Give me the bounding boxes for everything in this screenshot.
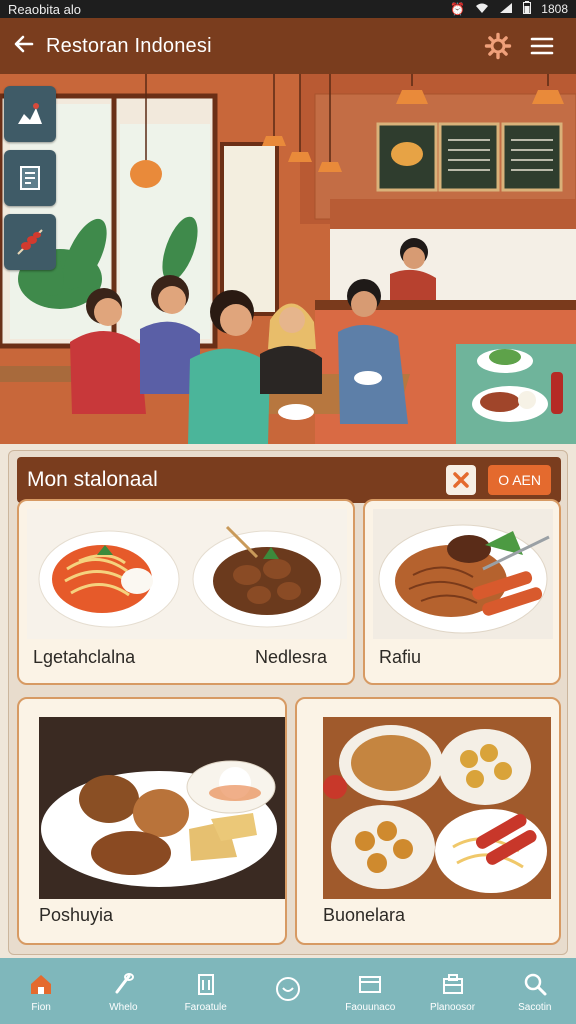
noodle-and-beef-dishes-image	[27, 509, 347, 639]
nav-label: Faroatule	[184, 1001, 227, 1013]
building-icon	[197, 973, 214, 995]
restaurant-hero-image	[0, 74, 576, 444]
nav-label: Sacotin	[518, 1001, 552, 1013]
menu-panel: Mon stalonaal O AEN Lgetahclalna Nedlesr…	[8, 450, 568, 955]
dish-label: Nedlesra	[255, 647, 328, 667]
search-icon	[524, 973, 547, 995]
card-icon	[359, 975, 382, 993]
nav-store[interactable]: Planoosor	[411, 958, 493, 1024]
nav-home[interactable]: Fion	[0, 958, 82, 1024]
nav-restaurant[interactable]: Faroatule	[165, 958, 247, 1024]
menu-card[interactable]: Buonelara	[295, 697, 561, 945]
nav-label: Faouunaco	[345, 1001, 396, 1013]
side-toolbar	[4, 86, 56, 270]
status-icons: ⏰ 1808	[450, 1, 568, 17]
nav-profile[interactable]	[247, 958, 329, 1024]
menu-title: Mon stalonaal	[27, 468, 158, 491]
nav-label: Whelo	[109, 1001, 138, 1013]
dish-label: Poshuyia	[39, 905, 114, 925]
alarm-icon: ⏰	[450, 2, 466, 16]
nav-payment[interactable]: Faouunaco	[329, 958, 411, 1024]
settings-gear-icon[interactable]	[476, 24, 520, 68]
dish-label: Rafiu	[379, 647, 422, 667]
store-icon	[442, 973, 463, 994]
bottom-nav: Fion Whelo Faroatule Faouunaco Planoosor…	[0, 958, 576, 1024]
fried-chicken-platter-image	[39, 717, 285, 899]
hamburger-menu-icon[interactable]	[520, 24, 564, 68]
app-bar: Restoran Indonesi	[0, 18, 576, 74]
carrier-label: Reaobita alo	[8, 1, 81, 17]
menu-book-icon[interactable]	[4, 150, 56, 206]
page-title: Restoran Indonesi	[46, 34, 212, 57]
map-tool-icon[interactable]	[4, 86, 56, 142]
dish-label: Lgetahclalna	[33, 647, 136, 667]
nav-label: Planoosor	[430, 1001, 476, 1013]
nav-menu[interactable]: Whelo	[82, 958, 164, 1024]
nav-search[interactable]: Sacotin	[494, 958, 576, 1024]
nav-label: Fion	[31, 1001, 51, 1013]
utensil-icon	[115, 972, 135, 993]
signal-icon	[499, 2, 513, 17]
menu-card[interactable]: Poshuyia	[17, 697, 287, 945]
battery-icon	[523, 1, 532, 17]
menu-card-wide[interactable]: Lgetahclalna Nedlesra	[17, 499, 355, 685]
fried-noodle-sausage-image	[373, 509, 553, 639]
wifi-icon	[475, 2, 489, 17]
close-icon	[453, 472, 469, 488]
satay-food-icon[interactable]	[4, 214, 56, 270]
dish-label: Buonelara	[323, 905, 406, 925]
open-button[interactable]: O AEN	[488, 465, 551, 495]
close-button[interactable]	[446, 465, 477, 495]
indonesian-spread-image	[323, 717, 551, 899]
smile-icon	[275, 977, 300, 1001]
home-icon	[31, 974, 52, 994]
menu-header: Mon stalonaal O AEN	[17, 457, 561, 503]
menu-card[interactable]: Rafiu	[363, 499, 561, 685]
clock-time: 1808	[541, 2, 568, 16]
back-arrow-icon[interactable]	[12, 32, 46, 60]
status-bar: Reaobita alo ⏰ 1808	[0, 0, 576, 18]
